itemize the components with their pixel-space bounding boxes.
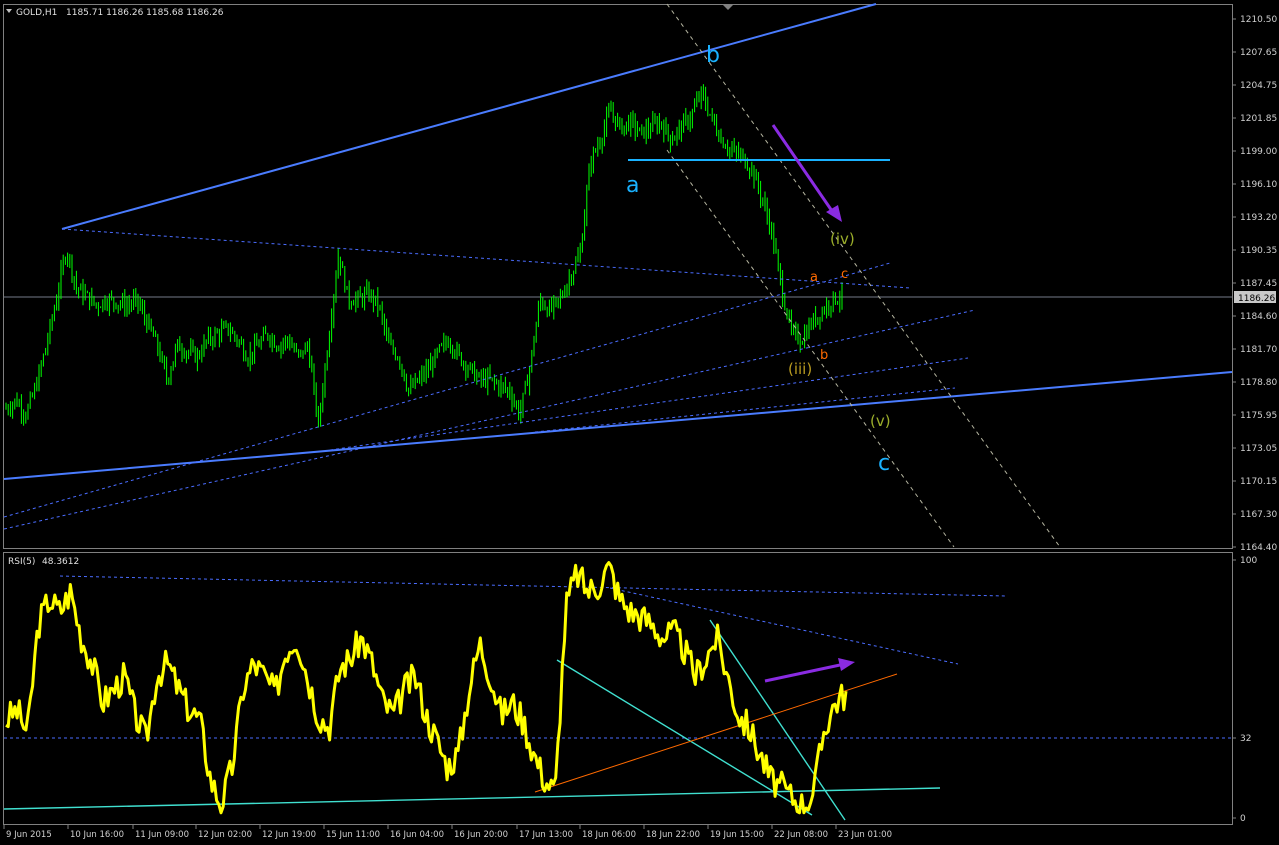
symbol-dropdown-icon[interactable] <box>6 9 12 13</box>
candles-group <box>5 84 843 428</box>
time-tick-label: 12 Jun 02:00 <box>198 830 252 840</box>
price-tick-label: 1170.15 <box>1240 477 1277 487</box>
time-tick-label: 17 Jun 13:00 <box>519 830 573 840</box>
rsi-line <box>5 561 848 815</box>
rsi-purple-arrow <box>764 658 855 683</box>
lower-channel-line[interactable] <box>3 371 1233 480</box>
shift-marker-icon[interactable] <box>722 4 734 10</box>
price-tick-label: 1175.95 <box>1240 411 1277 421</box>
symbol-label: GOLD,H1 <box>16 8 57 18</box>
rsi-dashed-trendlines <box>59 575 1006 665</box>
wave-label-a: a <box>626 173 639 198</box>
time-tick-label: 18 Jun 22:00 <box>646 830 700 840</box>
price-tick-label: 1201.85 <box>1240 114 1277 124</box>
wave-label-b: b <box>706 43 720 68</box>
wave-label-c-minor: c <box>841 267 848 282</box>
price-scale: 1210.50 1207.65 1204.75 1201.85 1199.00 1196.… <box>1232 15 1277 553</box>
time-tick-label: 12 Jun 19:00 <box>262 830 316 840</box>
wave-label-c: c <box>878 451 890 476</box>
wave-label-v: (v) <box>870 412 891 430</box>
time-tick-label: 22 Jun 08:00 <box>774 830 828 840</box>
price-tick-label: 1204.75 <box>1240 81 1277 91</box>
price-tick-label: 1187.45 <box>1240 279 1277 289</box>
wave-label-a-minor: a <box>810 270 818 285</box>
time-axis: 9 Jun 2015 10 Jun 16:00 11 Jun 09:00 12 Jun… <box>3 825 892 840</box>
purple-arrow-down <box>771 124 842 222</box>
time-tick-label: 16 Jun 20:00 <box>454 830 508 840</box>
price-tick-label: 1190.35 <box>1240 246 1277 256</box>
current-price-value: 1186.26 <box>1238 294 1275 304</box>
wave-label-iv: (iv) <box>830 230 855 248</box>
price-tick-label: 1164.40 <box>1240 543 1277 553</box>
time-tick-label: 11 Jun 09:00 <box>135 830 189 840</box>
time-tick-label: 18 Jun 06:00 <box>582 830 636 840</box>
price-tick-label: 1178.80 <box>1240 378 1277 388</box>
rsi-value: 48.3612 <box>42 557 79 567</box>
ohlc-values: 1185.71 1186.26 1185.68 1186.26 <box>66 8 224 18</box>
time-tick-label: 9 Jun 2015 <box>6 830 52 840</box>
chart-canvas[interactable]: 1210.50 1207.65 1204.75 1201.85 1199.00 1196.… <box>0 0 1279 845</box>
rsi-scale: 100 32 0 <box>1232 556 1257 824</box>
wave-label-iii: (iii) <box>788 360 812 378</box>
rsi-title: RSI(5) <box>8 557 35 567</box>
time-tick-label: 19 Jun 15:00 <box>710 830 764 840</box>
price-tick-label: 1181.70 <box>1240 345 1277 355</box>
price-tick-label: 1199.00 <box>1240 147 1277 157</box>
time-tick-label: 15 Jun 11:00 <box>326 830 380 840</box>
rsi-tick-label: 100 <box>1240 556 1257 566</box>
price-tick-label: 1210.50 <box>1240 15 1277 25</box>
time-tick-label: 10 Jun 16:00 <box>70 830 124 840</box>
main-panel-frame <box>3 4 1233 549</box>
price-tick-label: 1193.20 <box>1240 213 1277 223</box>
wave-label-b-minor: b <box>820 348 828 363</box>
upper-channel-line[interactable] <box>61 3 877 230</box>
price-tick-label: 1173.05 <box>1240 444 1277 454</box>
time-tick-label: 16 Jun 04:00 <box>390 830 444 840</box>
rsi-tick-label: 0 <box>1240 814 1246 824</box>
price-tick-label: 1184.60 <box>1240 312 1277 322</box>
gray-trend-channel <box>666 3 1061 548</box>
rsi-tick-label: 32 <box>1240 734 1251 744</box>
time-tick-label: 23 Jun 01:00 <box>838 830 892 840</box>
price-tick-label: 1207.65 <box>1240 48 1277 58</box>
price-tick-label: 1167.30 <box>1240 510 1277 520</box>
price-tick-label: 1196.10 <box>1240 180 1277 190</box>
